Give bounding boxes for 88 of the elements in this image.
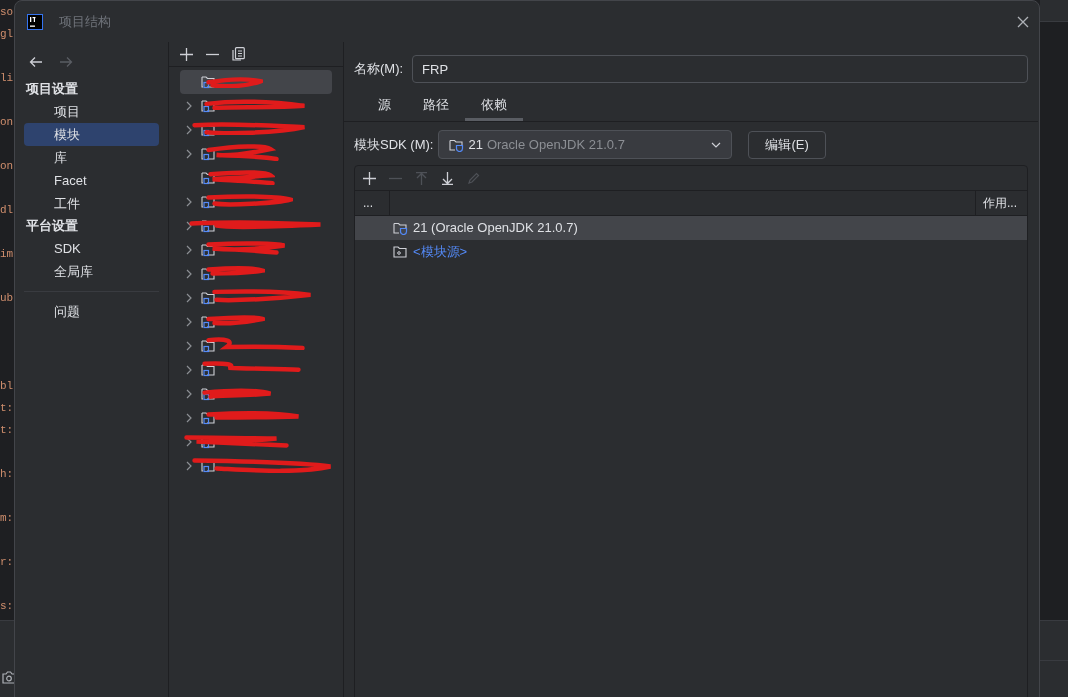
tab[interactable]: 源 bbox=[362, 91, 407, 121]
code-text: bl bbox=[0, 380, 14, 392]
code-text: li bbox=[0, 72, 14, 84]
redaction-scribble bbox=[205, 76, 263, 89]
code-text: dl bbox=[0, 204, 14, 216]
add-icon[interactable] bbox=[363, 171, 376, 185]
column-header[interactable]: 作用... bbox=[983, 194, 1017, 212]
sdk-folder-icon bbox=[393, 221, 408, 235]
expand-chevron-icon[interactable] bbox=[186, 389, 192, 399]
module-folder-icon bbox=[201, 75, 215, 89]
move-down-icon[interactable] bbox=[441, 171, 454, 185]
sdk-folder-icon bbox=[449, 137, 465, 152]
expand-chevron-icon[interactable] bbox=[186, 125, 192, 135]
sidebar-item[interactable]: 项目 bbox=[24, 100, 159, 123]
code-text: ub bbox=[0, 292, 14, 304]
expand-chevron-icon[interactable] bbox=[186, 245, 192, 255]
tab[interactable]: 依赖 bbox=[465, 91, 523, 121]
edit-button[interactable]: 编辑(E) bbox=[748, 130, 826, 159]
source-link[interactable]: <模块源> bbox=[413, 242, 468, 262]
section-heading: 平台设置 bbox=[25, 217, 79, 236]
add-icon[interactable] bbox=[180, 47, 193, 61]
redaction-scribble bbox=[207, 169, 275, 186]
expand-chevron-icon[interactable] bbox=[186, 149, 192, 159]
expand-chevron-icon[interactable] bbox=[186, 293, 192, 303]
module-folder-icon bbox=[201, 411, 215, 425]
module-folder-icon bbox=[201, 387, 215, 401]
expand-chevron-icon[interactable] bbox=[186, 101, 192, 111]
sdk-version: 21 bbox=[468, 135, 483, 154]
module-folder-icon bbox=[201, 99, 215, 113]
field-label: 名称(M): bbox=[354, 60, 404, 79]
sdk-dropdown[interactable]: 21 Oracle OpenJDK 21.0.7 bbox=[438, 130, 733, 159]
code-text: t: bbox=[0, 424, 14, 436]
redaction-scribble bbox=[205, 266, 265, 277]
code-text: r: bbox=[0, 556, 14, 568]
expand-chevron-icon[interactable] bbox=[186, 221, 192, 231]
code-text: t: bbox=[0, 402, 14, 414]
module-folder-icon bbox=[201, 315, 215, 329]
expand-chevron-icon[interactable] bbox=[186, 413, 192, 423]
expand-chevron-icon[interactable] bbox=[186, 437, 192, 447]
code-text: on bbox=[0, 116, 14, 128]
field-label: 模块SDK (M): bbox=[354, 135, 434, 154]
code-text: so bbox=[0, 6, 14, 18]
expand-chevron-icon[interactable] bbox=[186, 197, 192, 207]
code-text: h: bbox=[0, 468, 14, 480]
code-text: s: bbox=[0, 600, 14, 612]
code-text: im bbox=[0, 248, 14, 260]
dependency-name: 21 (Oracle OpenJDK 21.0.7) bbox=[413, 219, 578, 238]
code-text: on bbox=[0, 160, 14, 172]
back-arrow-icon[interactable] bbox=[29, 56, 43, 68]
section-heading: 项目设置 bbox=[24, 80, 79, 99]
sidebar-item[interactable]: 库 bbox=[24, 146, 159, 169]
module-folder-icon bbox=[201, 243, 215, 257]
dropdown-caret-icon bbox=[711, 141, 722, 148]
redaction-scribble bbox=[201, 388, 273, 400]
sidebar-item[interactable]: 问题 bbox=[24, 300, 159, 323]
sidebar-item[interactable]: SDK bbox=[24, 237, 159, 260]
sidebar-item[interactable]: Facet bbox=[24, 169, 159, 192]
expand-chevron-icon[interactable] bbox=[186, 269, 192, 279]
module-folder-icon bbox=[201, 363, 215, 377]
column-header[interactable]: ... bbox=[363, 194, 373, 212]
module-folder-icon bbox=[201, 147, 215, 161]
app-logo-icon bbox=[27, 13, 43, 30]
expand-chevron-icon[interactable] bbox=[186, 317, 192, 327]
close-icon[interactable] bbox=[1017, 15, 1029, 28]
expand-chevron-icon[interactable] bbox=[186, 365, 192, 375]
name-input-field[interactable]: FRP bbox=[412, 55, 1028, 83]
sidebar-item[interactable]: 工件 bbox=[24, 192, 159, 215]
module-folder-icon bbox=[201, 291, 215, 305]
source-folder-icon bbox=[393, 245, 408, 259]
tab[interactable]: 路径 bbox=[407, 91, 465, 121]
camera-icon[interactable] bbox=[2, 671, 16, 684]
module-folder-icon bbox=[201, 195, 215, 209]
sidebar-item[interactable]: 模块 bbox=[24, 123, 159, 146]
sdk-name: Oracle OpenJDK 21.0.7 bbox=[486, 135, 626, 154]
copy-icon[interactable] bbox=[232, 47, 245, 61]
module-folder-icon bbox=[201, 339, 215, 353]
window-title: 项目结构 bbox=[59, 12, 111, 31]
module-folder-icon bbox=[201, 219, 215, 233]
module-folder-icon bbox=[201, 267, 215, 281]
table-row[interactable]: 21 (Oracle OpenJDK 21.0.7) bbox=[355, 216, 1027, 240]
code-text: m: bbox=[0, 512, 14, 524]
redaction-scribble bbox=[205, 315, 265, 326]
expand-chevron-icon[interactable] bbox=[186, 461, 192, 471]
expand-chevron-icon[interactable] bbox=[186, 341, 192, 351]
code-text: gl bbox=[0, 28, 14, 40]
table-row[interactable]: <模块源> bbox=[355, 240, 1027, 264]
module-folder-icon bbox=[201, 171, 215, 185]
sidebar-item[interactable]: 全局库 bbox=[24, 260, 159, 283]
